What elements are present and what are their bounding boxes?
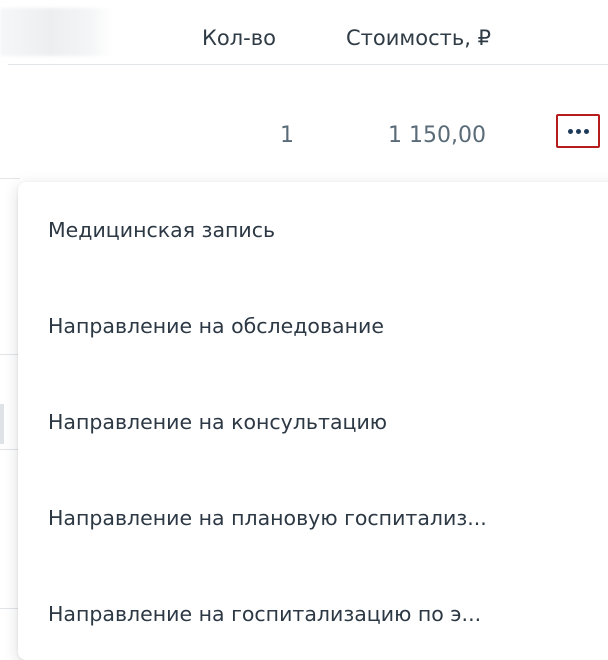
- column-header-quantity[interactable]: Кол-во: [202, 26, 276, 50]
- header-divider: [8, 64, 608, 65]
- row-divider: [0, 608, 20, 609]
- menu-item-emergency-hospitalization-referral[interactable]: Направление на госпитализацию по э...: [18, 566, 608, 660]
- column-header-cost[interactable]: Стоимость, ₽: [346, 26, 491, 50]
- row-cost-cell: 1 150,00: [388, 123, 486, 148]
- menu-item-planned-hospitalization-referral[interactable]: Направление на плановую госпитализ...: [18, 470, 608, 566]
- menu-item-medical-record[interactable]: Медицинская запись: [18, 182, 608, 278]
- services-table-screen: Кол-во Стоимость, ₽ 1 1 150,00 Медицинск…: [0, 0, 608, 660]
- row-actions-dropdown-menu: Медицинская запись Направление на обслед…: [18, 182, 608, 660]
- row-divider: [0, 354, 20, 355]
- row-actions-button[interactable]: [556, 114, 600, 148]
- row-quantity-cell: 1: [280, 123, 294, 148]
- blurred-header-cell: [0, 8, 112, 56]
- row-edge-marker: [0, 404, 4, 444]
- row-divider: [0, 178, 20, 179]
- menu-item-examination-referral[interactable]: Направление на обследование: [18, 278, 608, 374]
- more-horizontal-icon: [567, 128, 589, 134]
- row-divider: [0, 449, 20, 450]
- menu-item-consultation-referral[interactable]: Направление на консультацию: [18, 374, 608, 470]
